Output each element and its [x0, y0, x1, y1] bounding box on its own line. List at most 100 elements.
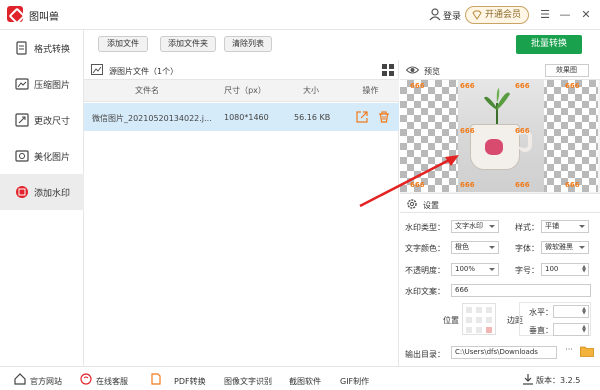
- vertical-label: 垂直：: [529, 326, 553, 335]
- clear-list-button[interactable]: 清除列表: [224, 36, 272, 52]
- position-cell[interactable]: [466, 327, 472, 333]
- gif-link[interactable]: GIF制作: [340, 376, 369, 387]
- menu-icon[interactable]: ☰: [538, 8, 552, 22]
- open-external-icon[interactable]: [356, 111, 368, 123]
- grid-view-icon[interactable]: [382, 64, 394, 76]
- compress-icon: [15, 78, 29, 90]
- file-dimensions-cell: 1080*1460: [224, 113, 269, 122]
- vip-button[interactable]: 开通会员: [465, 6, 529, 24]
- color-value: 橙色: [455, 243, 469, 251]
- opacity-label: 不透明度：: [405, 266, 445, 275]
- preview-title: 预览: [424, 67, 440, 76]
- opacity-value: 100%: [455, 265, 476, 273]
- version-label: 版本：3.2.5: [536, 376, 581, 385]
- login-link[interactable]: 登录: [443, 9, 461, 22]
- batch-convert-button[interactable]: 批量转换: [516, 35, 582, 54]
- font-label: 字体：: [515, 244, 539, 253]
- settings-header: 设置: [400, 193, 600, 213]
- minimize-button[interactable]: —: [558, 8, 572, 22]
- app-logo-icon: [7, 6, 23, 22]
- add-folder-button[interactable]: 添加文件夹: [160, 36, 216, 52]
- add-file-button[interactable]: 添加文件: [98, 36, 148, 52]
- position-cell[interactable]: [476, 317, 482, 323]
- style-select[interactable]: 平铺: [541, 220, 589, 233]
- stepper-arrows-icon[interactable]: ▲ ▼: [581, 265, 587, 274]
- font-size-stepper[interactable]: 100 ▲ ▼: [541, 263, 589, 276]
- font-value: 微软雅黑: [545, 243, 573, 251]
- font-select[interactable]: 微软雅黑: [541, 241, 589, 254]
- opacity-select[interactable]: 100%: [451, 263, 499, 276]
- watermark-label: 666: [515, 127, 530, 135]
- wm-text-input[interactable]: 666: [451, 284, 591, 297]
- delete-icon[interactable]: [378, 111, 390, 123]
- folder-icon[interactable]: [580, 345, 594, 357]
- browse-more-button[interactable]: ···: [561, 346, 577, 357]
- output-label: 输出目录：: [405, 350, 445, 359]
- watermark-label: 666: [515, 82, 530, 90]
- position-cell[interactable]: [486, 307, 492, 313]
- column-header-dimensions: 尺寸（px）: [210, 80, 280, 102]
- sidebar-item-format-convert[interactable]: 格式转换: [0, 30, 84, 66]
- vertical-margin-stepper[interactable]: ▲ ▼: [553, 323, 589, 336]
- resize-icon: [15, 113, 29, 127]
- home-icon: [14, 373, 26, 385]
- position-grid[interactable]: [462, 303, 496, 335]
- ocr-link[interactable]: 图像文字识别: [224, 376, 272, 387]
- chevron-down-icon: [489, 246, 495, 249]
- sidebar-item-label: 更改尺寸: [34, 117, 71, 127]
- position-cell[interactable]: [466, 307, 472, 313]
- sidebar-item-beautify[interactable]: 美化图片: [0, 138, 84, 174]
- sidebar-item-label: 格式转换: [34, 45, 71, 55]
- output-path-value: C:\Users\dfs\Downloads: [455, 348, 538, 356]
- chevron-down-icon: [489, 225, 495, 228]
- position-cell[interactable]: [476, 307, 482, 313]
- position-cell[interactable]: [486, 317, 492, 323]
- color-select[interactable]: 橙色: [451, 241, 499, 254]
- chevron-down-icon: [579, 225, 585, 228]
- title-bar: 图叫兽 登录 开通会员 ☰ — ✕: [0, 0, 600, 30]
- sidebar-item-watermark[interactable]: 添加水印: [0, 174, 84, 210]
- position-cell[interactable]: [466, 317, 472, 323]
- download-icon: [523, 374, 533, 385]
- watermark-label: 666: [565, 181, 580, 189]
- bottom-bar: 官方网站 在线客服 PDF转换 图像文字识别 截图软件 GIF制作 版本：3.2…: [0, 366, 600, 390]
- wm-type-select[interactable]: 文字水印: [451, 220, 499, 233]
- file-size-cell: 56.16 KB: [294, 113, 331, 122]
- stepper-arrows-icon[interactable]: ▲ ▼: [581, 325, 587, 334]
- diamond-icon: [472, 10, 482, 20]
- horizontal-label: 水平：: [529, 308, 553, 317]
- column-header-size: 大小: [280, 80, 342, 102]
- pdf-convert-link[interactable]: PDF转换: [174, 376, 206, 387]
- settings-panel: 设置: [400, 193, 600, 366]
- close-button[interactable]: ✕: [579, 8, 593, 22]
- online-service-link[interactable]: 在线客服: [96, 376, 128, 387]
- wm-text-label: 水印文案：: [405, 287, 445, 296]
- stepper-arrows-icon[interactable]: ▲ ▼: [581, 307, 587, 316]
- chevron-down-icon: [579, 246, 585, 249]
- pdf-icon: [151, 373, 161, 385]
- sidebar-item-resize[interactable]: 更改尺寸: [0, 102, 84, 138]
- sidebar: 格式转换 压缩图片 更改尺寸 美化图片 添加水印: [0, 30, 84, 366]
- wm-type-value: 文字水印: [455, 222, 483, 230]
- watermark-label: 666: [410, 82, 425, 90]
- style-value: 平铺: [545, 222, 559, 230]
- file-panel: 源图片文件（1个） 文件名 尺寸（px） 大小 操作 微信图片_20210520…: [84, 60, 399, 366]
- wm-type-label: 水印类型：: [405, 223, 445, 232]
- eye-icon: [406, 66, 419, 74]
- column-header-actions: 操作: [342, 80, 399, 102]
- position-cell-selected[interactable]: [486, 327, 492, 333]
- sidebar-item-compress[interactable]: 压缩图片: [0, 66, 84, 102]
- horizontal-margin-stepper[interactable]: ▲ ▼: [553, 305, 589, 318]
- watermark-icon: [16, 186, 28, 198]
- preview-mode-select[interactable]: 效果图: [545, 64, 589, 77]
- position-label: 位置: [443, 316, 459, 325]
- sidebar-item-label: 压缩图片: [34, 81, 71, 91]
- position-cell[interactable]: [476, 327, 482, 333]
- screenshot-link[interactable]: 截图软件: [289, 376, 321, 387]
- official-website-link[interactable]: 官方网站: [30, 376, 62, 387]
- font-size-label: 字号：: [515, 266, 539, 275]
- output-path-input[interactable]: C:\Users\dfs\Downloads: [451, 346, 557, 359]
- settings-title: 设置: [423, 201, 439, 210]
- user-icon[interactable]: [429, 8, 441, 21]
- font-size-value: 100: [545, 265, 559, 273]
